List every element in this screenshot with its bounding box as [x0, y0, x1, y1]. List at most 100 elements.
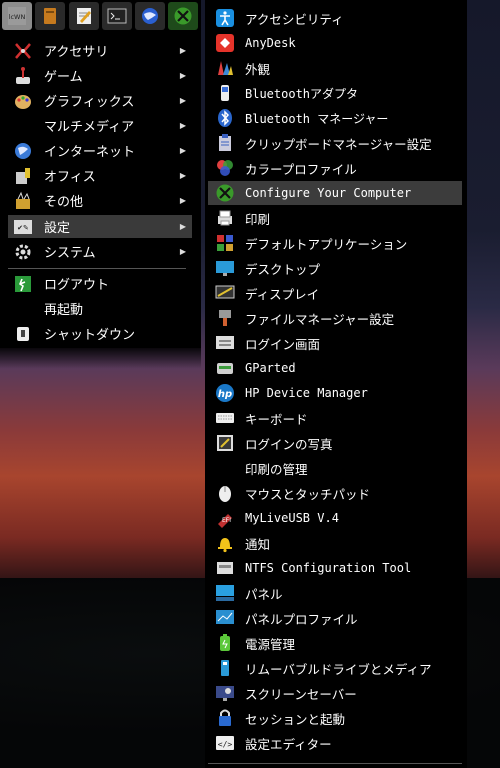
- submenu-arrow-icon: ▶: [179, 96, 186, 105]
- settings-item-21[interactable]: EFI MyLiveUSB V.4: [208, 506, 462, 530]
- settings-item-19[interactable]: 印刷の管理: [208, 456, 462, 480]
- menu-item-2[interactable]: ゲーム ▶: [8, 64, 192, 87]
- menu-item-3[interactable]: グラフィックス ▶: [8, 89, 192, 112]
- settings-item-2[interactable]: AnyDesk: [208, 31, 462, 55]
- bluetooth-manager-icon: [214, 107, 236, 129]
- menu-item-label: アクセサリ: [44, 45, 109, 60]
- settings-item-12[interactable]: ディスプレイ: [208, 281, 462, 305]
- menu-item-label: グラフィックス: [44, 95, 135, 110]
- menu-item-4[interactable]: マルチメディア ▶: [8, 114, 192, 137]
- menu-item-7[interactable]: その他 ▶: [8, 189, 192, 212]
- menu-item-label: インターネット: [44, 145, 136, 160]
- file-manager-settings-icon: [214, 307, 236, 329]
- settings-tool-icon[interactable]: [168, 2, 199, 30]
- settings-item-label: AnyDesk: [245, 36, 296, 50]
- settings-item-15[interactable]: GParted: [208, 356, 462, 380]
- settings-item-7[interactable]: カラープロファイル: [208, 156, 462, 180]
- login-photo-icon: [214, 432, 236, 454]
- menu-item-label: マルチメディア: [44, 120, 135, 135]
- settings-item-9[interactable]: 印刷: [208, 206, 462, 230]
- appearance-icon: [214, 57, 236, 79]
- settings-item-5[interactable]: Bluetooth マネージャー: [208, 106, 462, 130]
- menu-item-label: システム: [44, 246, 96, 261]
- settings-item-label: 電源管理: [245, 636, 296, 652]
- color-profile-icon: [214, 157, 236, 179]
- settings-item-label: Configure Your Computer: [245, 186, 412, 200]
- svg-text:hp: hp: [218, 389, 232, 400]
- desktop-icon: [214, 257, 236, 279]
- menu-item-5[interactable]: インターネット ▶: [8, 139, 192, 162]
- menu-item-8[interactable]: ✔✎ 設定 ▶: [8, 215, 192, 238]
- settings-item-label: 設定エディター: [245, 736, 332, 752]
- display-icon: [214, 282, 236, 304]
- file-manager-icon[interactable]: [35, 2, 66, 30]
- session-item-1[interactable]: ログアウト: [8, 272, 192, 295]
- submenu-arrow-icon: ▶: [179, 222, 186, 231]
- menu-item-6[interactable]: オフィス ▶: [8, 164, 192, 187]
- settings-item-label: キーボード: [245, 411, 308, 427]
- session-item-3[interactable]: シャットダウン: [8, 322, 192, 345]
- myliveusb-icon: EFI: [214, 507, 236, 529]
- submenu-arrow-icon: ▶: [179, 146, 186, 155]
- settings-item-4[interactable]: Bluetoothアダプタ: [208, 81, 462, 105]
- settings-item-label: デスクトップ: [245, 261, 321, 277]
- settings-item-label: デフォルトアプリケーション: [245, 236, 408, 252]
- session-item-label: ログアウト: [44, 278, 110, 293]
- text-editor-icon[interactable]: [68, 2, 99, 30]
- settings-item-27[interactable]: リムーバブルドライブとメディア: [208, 656, 462, 680]
- default-apps-icon: [214, 232, 236, 254]
- session-item-2[interactable]: 再起動: [8, 297, 192, 320]
- screensaver-icon: [214, 682, 236, 704]
- settings-item-label: 印刷: [245, 211, 271, 227]
- settings-item-25[interactable]: パネルプロファイル: [208, 606, 462, 630]
- settings-item-24[interactable]: パネル: [208, 581, 462, 605]
- office-icon: [11, 165, 35, 187]
- settings-item-10[interactable]: デフォルトアプリケーション: [208, 231, 462, 255]
- settings-item-label: カラープロファイル: [245, 161, 357, 177]
- menu-separator: [8, 268, 186, 269]
- settings-item-label: NTFS Configuration Tool: [245, 561, 412, 575]
- settings-item-6[interactable]: クリップボードマネージャー設定: [208, 131, 462, 155]
- notification-bell-icon: [214, 532, 236, 554]
- settings-item-13[interactable]: ファイルマネージャー設定: [208, 306, 462, 330]
- quick-launch-bar: lcWN: [0, 0, 201, 32]
- lcowin-icon[interactable]: lcWN: [2, 2, 32, 30]
- web-browser-icon[interactable]: [135, 2, 166, 30]
- internet-icon: [11, 140, 35, 162]
- settings-item-18[interactable]: ログインの写真: [208, 431, 462, 455]
- menu-item-1[interactable]: アクセサリ ▶: [8, 39, 192, 62]
- settings-item-label: 通知: [245, 536, 271, 552]
- settings-item-29[interactable]: セッションと起動: [208, 706, 462, 730]
- settings-item-30[interactable]: </> 設定エディター: [208, 731, 462, 755]
- panel-icon: [214, 582, 236, 604]
- settings-item-16[interactable]: hp HP Device Manager: [208, 381, 462, 405]
- settings-item-label: クリップボードマネージャー設定: [245, 136, 432, 152]
- settings-item-label: GParted: [245, 361, 296, 375]
- settings-item-1[interactable]: アクセシビリティ: [208, 6, 462, 30]
- settings-item-26[interactable]: 電源管理: [208, 631, 462, 655]
- menu-item-9[interactable]: システム ▶: [8, 240, 192, 263]
- settings-item-17[interactable]: キーボード: [208, 406, 462, 430]
- printer-icon: [214, 207, 236, 229]
- settings-item-28[interactable]: スクリーンセーバー: [208, 681, 462, 705]
- settings-item-label: HP Device Manager: [245, 386, 368, 400]
- settings-item-label: セッションと起動: [245, 711, 346, 727]
- settings-item-23[interactable]: NTFS Configuration Tool: [208, 556, 462, 580]
- settings-item-22[interactable]: 通知: [208, 531, 462, 555]
- settings-item-label: ログインの写真: [245, 436, 333, 452]
- settings-item-label: アクセシビリティ: [245, 11, 344, 27]
- settings-item-label: MyLiveUSB V.4: [245, 511, 339, 525]
- settings-item-label: ファイルマネージャー設定: [245, 311, 395, 327]
- terminal-icon[interactable]: [101, 2, 132, 30]
- settings-item-11[interactable]: デスクトップ: [208, 256, 462, 280]
- hp-icon: hp: [214, 382, 236, 404]
- menu-item-label: オフィス: [44, 170, 96, 185]
- settings-item-14[interactable]: ログイン画面: [208, 331, 462, 355]
- settings-item-3[interactable]: 外観: [208, 56, 462, 80]
- anydesk-icon: [214, 32, 236, 54]
- settings-item-20[interactable]: マウスとタッチパッド: [208, 481, 462, 505]
- settings-item-label: Bluetoothアダプタ: [245, 86, 359, 101]
- settings-item-8[interactable]: Configure Your Computer: [208, 181, 462, 205]
- power-icon: [214, 632, 236, 654]
- main-menu: lcWN アクセサリ ▶ ゲーム ▶ グラフィックス ▶ マルチメディア ▶ インターネット ▶ オ…: [0, 0, 201, 768]
